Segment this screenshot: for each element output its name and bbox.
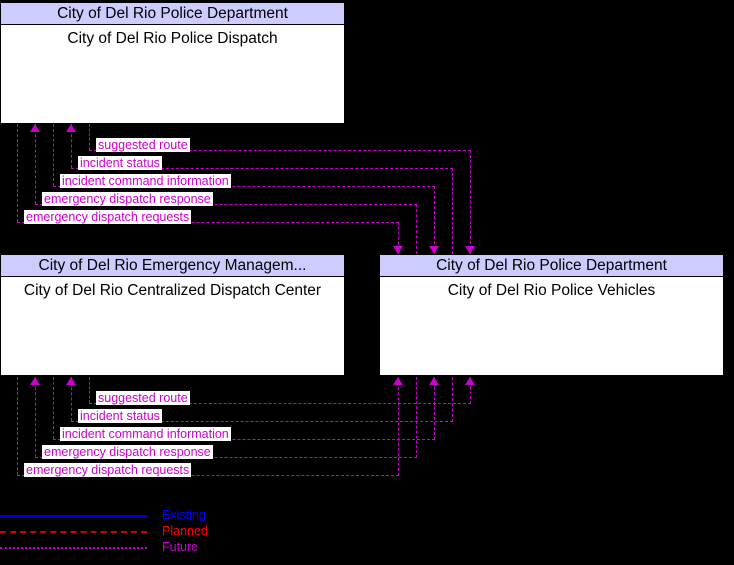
flow-label-suggested-route: suggested route	[96, 138, 190, 152]
legend-row-future: Future	[0, 539, 260, 557]
flow-run-right-b5	[398, 377, 399, 476]
flow-arrow-down-into-vehicles-3	[465, 246, 475, 254]
flow-stub-left-3	[53, 124, 54, 186]
flow-arrow-up-into-vehicles-2	[429, 377, 439, 385]
flow-run-right-1	[470, 150, 471, 254]
legend-label-future: Future	[162, 540, 199, 554]
flow-label-incident-status: incident status	[78, 156, 162, 170]
flow-run-right-b3	[434, 377, 435, 440]
flow-label-emergency-dispatch-requests: emergency dispatch requests	[24, 210, 192, 224]
flow-arrow-up-into-center-1	[30, 377, 40, 385]
flow-run-right-3	[434, 186, 435, 254]
flow-label-emergency-dispatch-requests-b: emergency dispatch requests	[24, 463, 192, 477]
flow-run-right-b2	[452, 377, 453, 422]
entity-box-police-dispatch[interactable]: City of Del Rio Police Department City o…	[0, 2, 345, 124]
entity-stakeholder-label: City of Del Rio Emergency Managem...	[1, 255, 344, 277]
flow-arrow-down-into-vehicles-1	[393, 246, 403, 254]
legend-label-existing: Existing	[162, 508, 206, 522]
flow-arrow-up-into-center-2	[66, 377, 76, 385]
flow-label-incident-status-b: incident status	[78, 409, 162, 423]
legend-swatch-future	[0, 547, 147, 549]
flow-stub-left-5	[89, 124, 90, 150]
flow-arrow-up-into-dispatch-2	[66, 124, 76, 132]
entity-element-label: City of Del Rio Police Vehicles	[447, 282, 656, 299]
flow-stub-left-b1	[17, 377, 18, 475]
flow-stub-left-1	[17, 124, 18, 222]
legend: Existing Planned Future	[0, 505, 260, 560]
flow-stub-left-b3	[53, 377, 54, 439]
flow-stub-left-b5	[89, 377, 90, 403]
flow-run-right-4	[416, 204, 417, 254]
flow-label-incident-command-information-b: incident command information	[60, 427, 231, 441]
flow-label-emergency-dispatch-response: emergency dispatch response	[42, 192, 213, 206]
flow-arrow-up-into-dispatch-1	[30, 124, 40, 132]
flow-run-right-2	[452, 168, 453, 254]
flow-run-right-b4	[416, 377, 417, 458]
flow-label-emergency-dispatch-response-b: emergency dispatch response	[42, 445, 213, 459]
entity-stakeholder-label: City of Del Rio Police Department	[380, 255, 723, 277]
flow-arrow-up-into-vehicles-1	[393, 377, 403, 385]
entity-element-label: City of Del Rio Centralized Dispatch Cen…	[23, 282, 322, 299]
flow-stub-left-b2	[35, 377, 36, 457]
entity-stakeholder-label: City of Del Rio Police Department	[1, 3, 344, 25]
diagram-canvas: City of Del Rio Police Department City o…	[0, 0, 734, 565]
flow-stub-left-2	[35, 124, 36, 204]
legend-swatch-existing	[0, 515, 147, 517]
flow-label-incident-command-information: incident command information	[60, 174, 231, 188]
entity-box-police-vehicles[interactable]: City of Del Rio Police Department City o…	[379, 254, 724, 376]
flow-arrow-down-into-vehicles-2	[429, 246, 439, 254]
flow-arrow-up-into-vehicles-3	[465, 377, 475, 385]
flow-label-suggested-route-b: suggested route	[96, 391, 190, 405]
legend-label-planned: Planned	[162, 524, 208, 538]
entity-element-label: City of Del Rio Police Dispatch	[67, 30, 278, 47]
entity-box-centralized-dispatch[interactable]: City of Del Rio Emergency Managem... Cit…	[0, 254, 345, 376]
legend-swatch-planned	[0, 531, 147, 533]
